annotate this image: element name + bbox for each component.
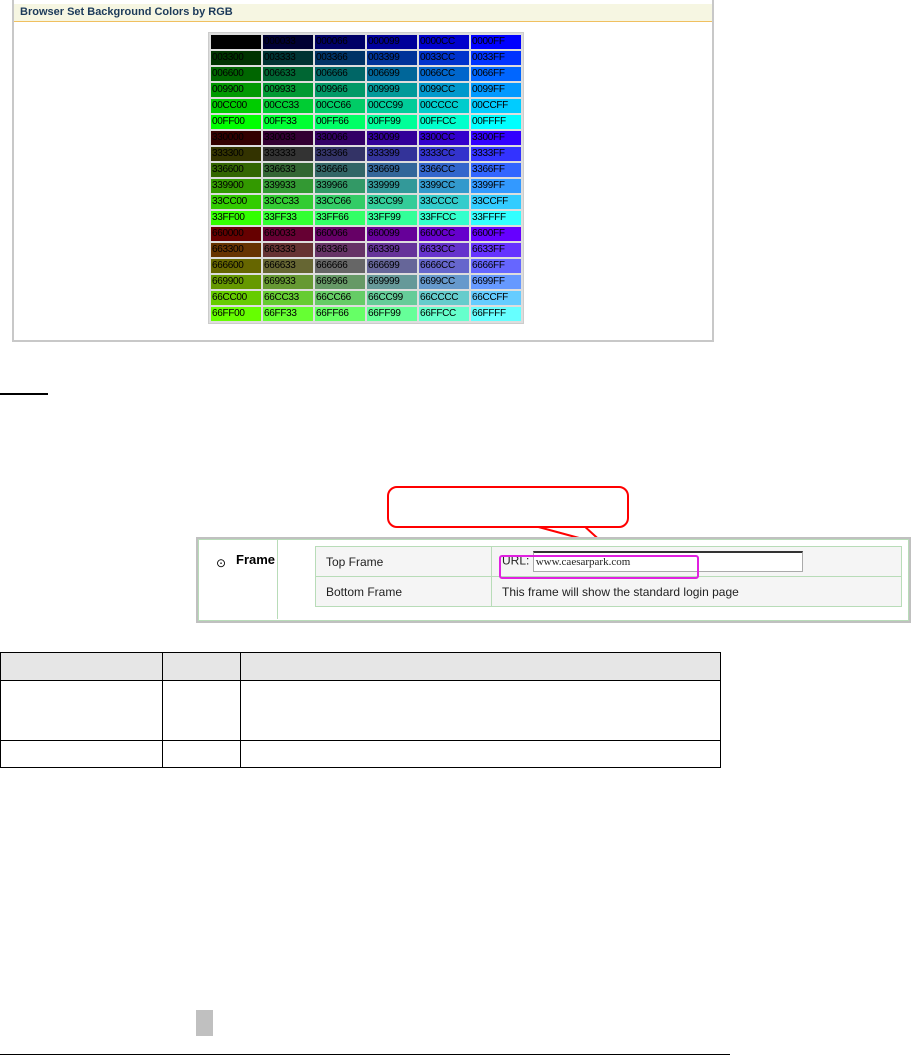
frame-settings: ⊙ Frame Top Frame URL: www.caesarpark.co… — [196, 537, 911, 623]
callout-bubble — [387, 486, 629, 528]
frame-radio[interactable]: ⊙ — [216, 556, 226, 570]
url-highlight — [499, 555, 699, 579]
table-row: Bottom Frame This frame will show the st… — [315, 576, 902, 607]
bottom-frame-label: Bottom Frame — [315, 576, 492, 607]
table-row — [0, 740, 721, 768]
table-header-row — [0, 652, 721, 681]
bottom-frame-desc: This frame will show the standard login … — [491, 576, 902, 607]
empty-table — [0, 652, 721, 768]
frame-label: Frame — [236, 552, 276, 567]
gray-marker — [196, 1010, 213, 1036]
top-frame-label: Top Frame — [315, 546, 492, 577]
callout-tail — [519, 521, 606, 546]
footer-rule — [0, 1054, 730, 1055]
table-row — [0, 680, 721, 741]
